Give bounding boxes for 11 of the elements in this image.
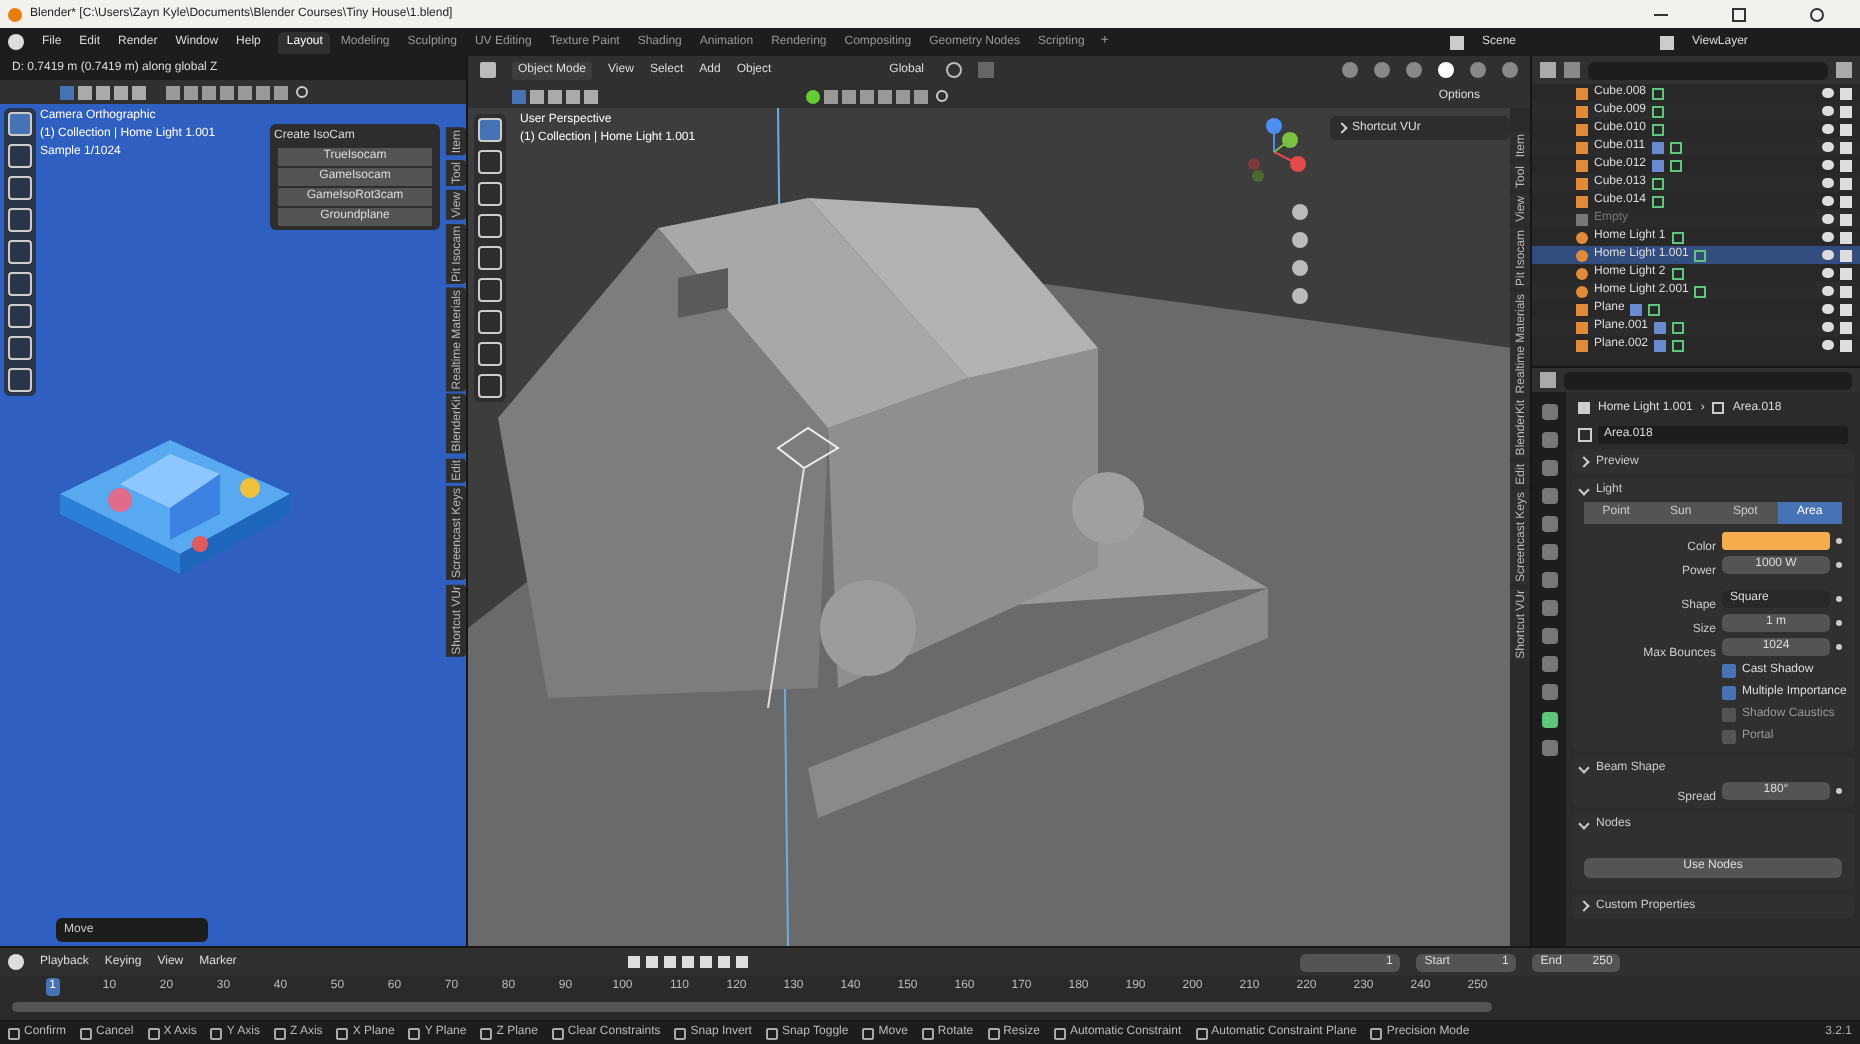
checkbox[interactable] (1722, 707, 1736, 721)
maximize-icon[interactable] (1732, 7, 1746, 21)
color-swatch[interactable] (1722, 532, 1830, 550)
checkbox[interactable] (1722, 685, 1736, 699)
checkbox[interactable] (1722, 663, 1736, 677)
minimize-icon[interactable] (1654, 13, 1668, 15)
pivot-icon[interactable] (946, 62, 962, 78)
timeline-scrollbar[interactable] (12, 1002, 1492, 1012)
search-field[interactable] (1564, 371, 1852, 389)
chevron-icon[interactable] (1336, 122, 1348, 134)
checkbox[interactable] (1722, 729, 1736, 743)
